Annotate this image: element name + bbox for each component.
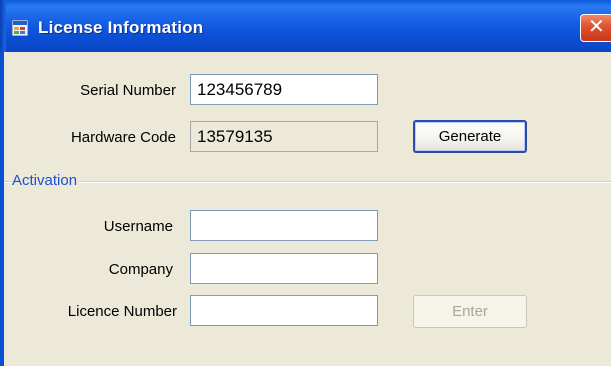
username-label: Username: [103, 218, 173, 235]
window-title: License Information: [38, 18, 204, 37]
activation-group-label: Activation: [12, 172, 82, 189]
activation-group-divider: [4, 181, 611, 183]
serial-number-label: Serial Number: [80, 82, 176, 99]
company-label: Company: [108, 261, 173, 278]
license-information-window: License Information ✕ Serial Number Hard…: [0, 0, 611, 372]
close-button[interactable]: ✕: [580, 14, 611, 42]
hardware-code-field[interactable]: [190, 121, 378, 152]
username-input[interactable]: [190, 210, 378, 241]
title-bar[interactable]: License Information ✕: [0, 0, 611, 52]
window-frame-left: [0, 0, 6, 52]
close-icon: ✕: [588, 16, 605, 38]
window-frame-bottom: [0, 366, 611, 372]
enter-button[interactable]: Enter: [413, 295, 527, 328]
company-input[interactable]: [190, 253, 378, 284]
serial-number-input[interactable]: [190, 74, 378, 105]
hardware-code-label: Hardware Code: [70, 129, 176, 146]
generate-button[interactable]: Generate: [413, 120, 527, 153]
window-frame-left-border: [0, 52, 4, 372]
licence-number-label: Licence Number: [67, 303, 177, 320]
licence-number-input[interactable]: [190, 295, 378, 326]
app-window-icon: [12, 20, 28, 36]
